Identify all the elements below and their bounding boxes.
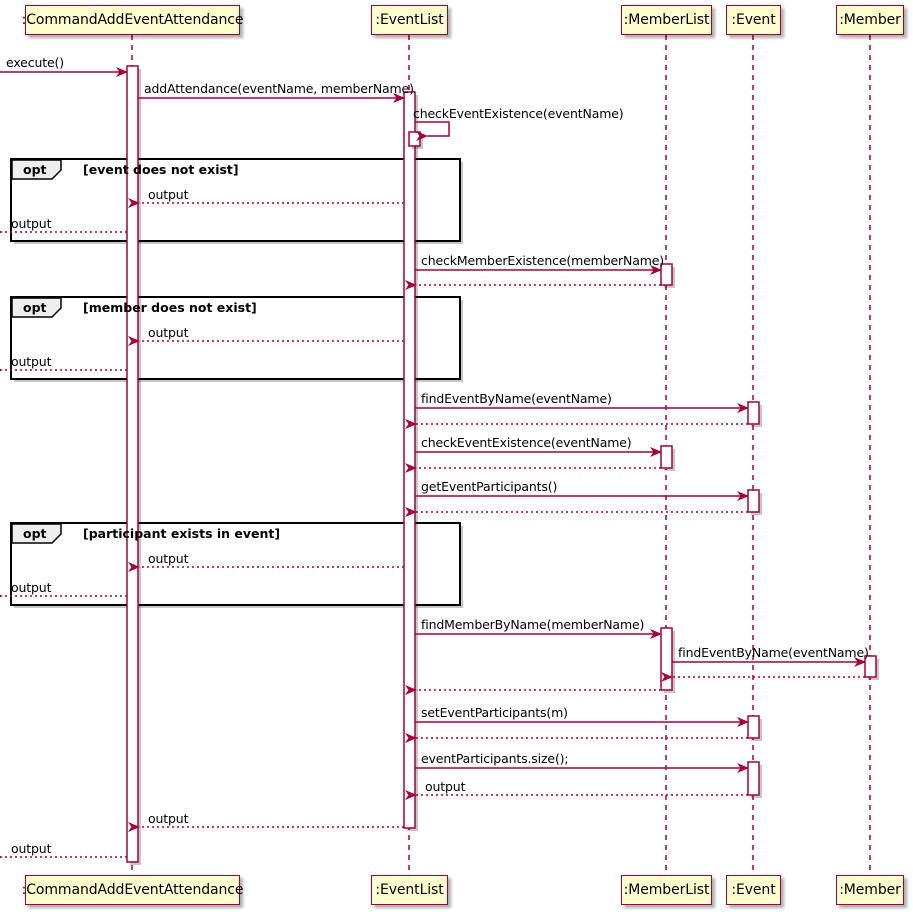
participant-label: :EventList [375, 12, 444, 28]
message-label-25: output [425, 779, 466, 794]
participant-label: :Member [839, 882, 901, 898]
participant-label: :CommandAddEventAttendance [21, 882, 244, 898]
sequence-diagram-canvas: :CommandAddEventAttendance :EventList :Mem… [0, 0, 913, 915]
fragment-condition-2: [participant exists in event] [83, 526, 281, 541]
message-label-10: findEventByName(eventName) [421, 391, 612, 406]
diagram-vector-layer [0, 35, 879, 875]
message-label-4: output [148, 187, 189, 202]
activation-bar-event-6 [747, 489, 760, 513]
participant-label: :Event [731, 12, 776, 28]
activation-bar-event-4 [747, 401, 760, 425]
message-label-19: findEventByName(eventName) [678, 645, 869, 660]
message-label-22: setEventParticipants(m) [421, 705, 568, 720]
participant-box-cmd-top[interactable]: :CommandAddEventAttendance [22, 5, 243, 35]
message-label-14: getEventParticipants() [421, 479, 558, 494]
fragment-condition-0: [event does not exist] [83, 162, 239, 177]
activation-bar-eventlist-2 [408, 131, 421, 147]
message-label-12: checkEventExistence(eventName) [421, 435, 632, 450]
message-label-17: output [11, 580, 52, 595]
message-label-9: output [11, 354, 52, 369]
message-label-1: execute() [6, 55, 64, 70]
message-label-26: output [148, 811, 189, 826]
participant-label: :MemberList [623, 882, 710, 898]
participant-label: :Member [839, 12, 901, 28]
participant-box-memberlist-bottom[interactable]: :MemberList [621, 875, 712, 905]
participant-box-event-bottom[interactable]: :Event [726, 875, 781, 905]
message-label-27: output [11, 841, 52, 856]
activation-bar-memberlist-5 [660, 445, 673, 469]
message-label-2: addAttendance(eventName, memberName) [144, 81, 414, 96]
activation-bar-event-9 [747, 715, 760, 739]
activation-bar-eventlist-1 [403, 91, 416, 829]
fragment-keyword-1: opt [23, 300, 47, 315]
message-label-6: checkMemberExistence(memberName) [421, 253, 665, 268]
activation-bar-cmd-0 [126, 65, 139, 863]
participant-label: :EventList [375, 882, 444, 898]
message-label-18: findMemberByName(memberName) [421, 617, 645, 632]
fragment-keyword-2: opt [23, 526, 47, 541]
message-label-24: eventParticipants.size(); [421, 751, 569, 766]
participant-box-cmd-bottom[interactable]: :CommandAddEventAttendance [22, 875, 243, 905]
message-label-16: output [148, 551, 189, 566]
participant-box-eventlist-top[interactable]: :EventList [371, 5, 448, 35]
participant-label: :Event [731, 882, 776, 898]
participant-box-member-top[interactable]: :Member [836, 5, 904, 35]
fragment-keyword-0: opt [23, 162, 47, 177]
participant-box-member-bottom[interactable]: :Member [836, 875, 904, 905]
participant-label: :MemberList [623, 12, 710, 28]
activation-bar-event-10 [747, 761, 760, 796]
participant-box-event-top[interactable]: :Event [726, 5, 781, 35]
message-label-3: checkEventExistence(eventName) [413, 106, 624, 121]
participant-box-eventlist-bottom[interactable]: :EventList [371, 875, 448, 905]
message-label-8: output [148, 325, 189, 340]
participant-box-memberlist-top[interactable]: :MemberList [621, 5, 712, 35]
activation-bar-memberlist-7 [660, 627, 673, 691]
fragment-condition-1: [member does not exist] [83, 300, 257, 315]
message-label-5: output [11, 216, 52, 231]
participant-label: :CommandAddEventAttendance [21, 12, 244, 28]
